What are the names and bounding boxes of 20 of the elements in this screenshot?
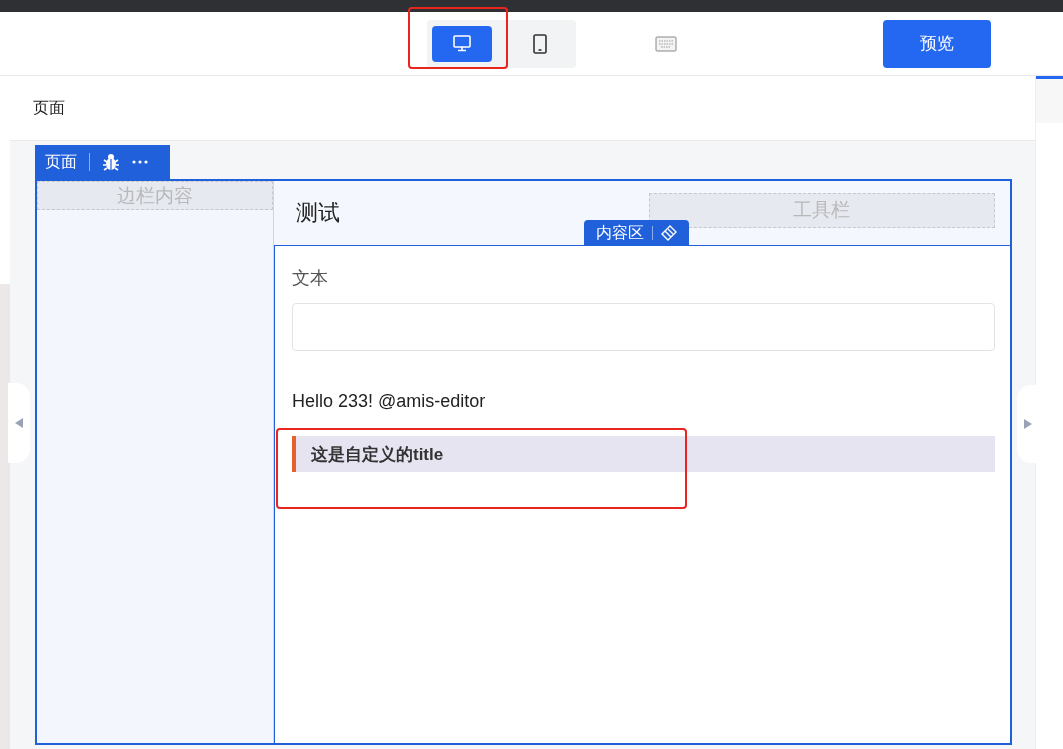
- tablet-icon: [533, 33, 547, 54]
- left-triangle-icon: [15, 418, 23, 428]
- collapse-handle[interactable]: [8, 383, 30, 463]
- expand-handle[interactable]: [1017, 385, 1039, 463]
- panel-tab[interactable]: [1036, 76, 1063, 123]
- brush-icon[interactable]: [661, 225, 677, 241]
- custom-title: 这是自定义的title: [292, 436, 995, 472]
- more-icon[interactable]: [132, 160, 148, 164]
- desktop-view-button[interactable]: [432, 25, 492, 62]
- right-triangle-icon: [1024, 419, 1032, 429]
- preview-button[interactable]: 预览: [883, 19, 991, 68]
- region-label[interactable]: 内容区: [596, 222, 644, 244]
- field-label: 文本: [292, 267, 329, 290]
- text-input[interactable]: [292, 303, 995, 351]
- tag-label[interactable]: 页面: [45, 151, 77, 173]
- hello-text: Hello 233! @amis-editor: [292, 391, 487, 412]
- header-title: 测试: [296, 199, 341, 227]
- page-title: 页面: [33, 97, 65, 118]
- bug-icon[interactable]: [102, 153, 120, 171]
- monitor-icon: [453, 35, 471, 52]
